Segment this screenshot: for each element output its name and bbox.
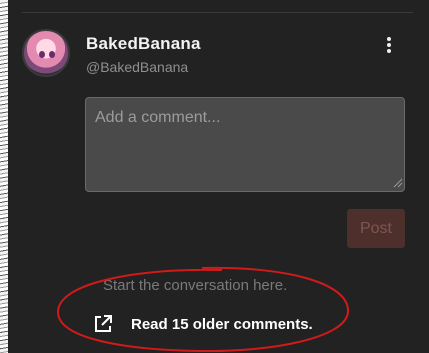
empty-conversation-text: Start the conversation here. [103, 277, 288, 294]
avatar[interactable] [22, 29, 70, 77]
older-comments-label: Read 15 older comments. [131, 315, 313, 333]
background-manga-page [0, 0, 8, 353]
user-handle: @BakedBanana [86, 59, 189, 75]
username[interactable]: BakedBanana [86, 34, 201, 54]
post-button[interactable]: Post [347, 209, 405, 248]
resize-grip-icon[interactable] [393, 178, 403, 188]
external-link-icon [95, 315, 112, 332]
comment-input[interactable] [85, 97, 405, 192]
more-vertical-icon[interactable] [382, 35, 396, 55]
avatar-eye [39, 51, 45, 58]
read-older-comments-link[interactable]: Read 15 older comments. [92, 313, 313, 335]
avatar-eye [49, 51, 55, 58]
top-divider [22, 12, 413, 13]
